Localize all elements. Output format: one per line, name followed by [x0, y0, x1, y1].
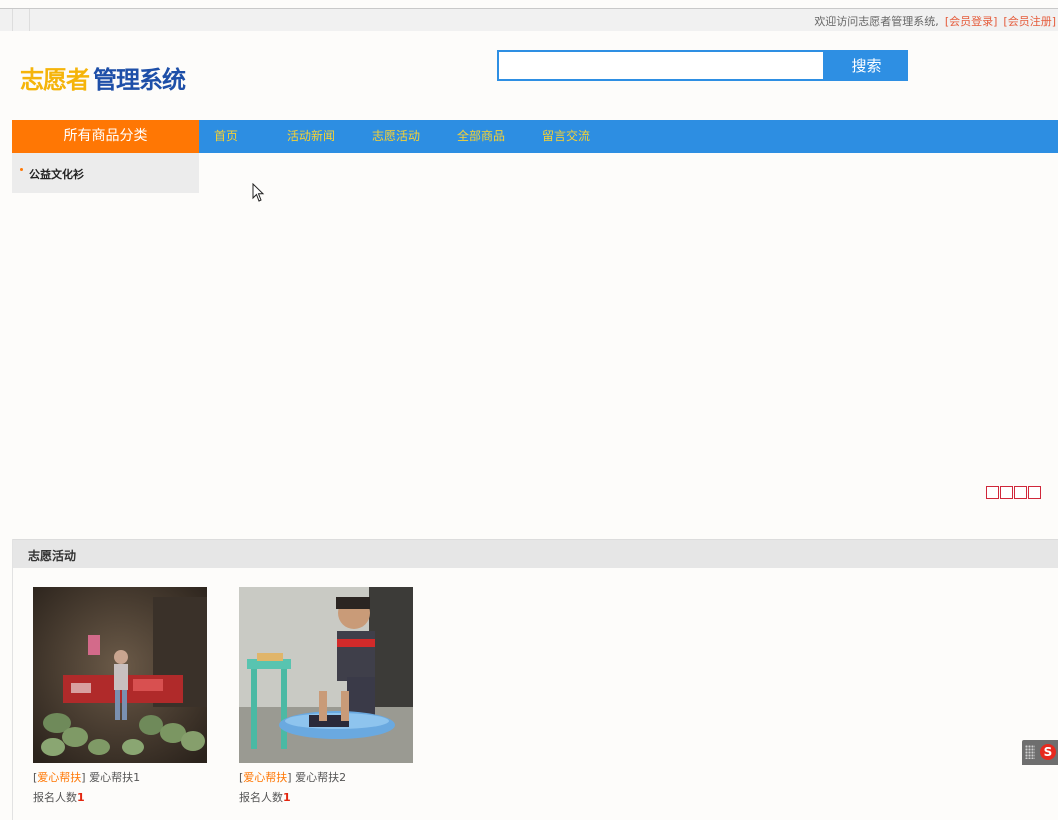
- grip-icon: [1025, 745, 1035, 759]
- slider-dot[interactable]: [986, 486, 999, 499]
- activity-title-link[interactable]: 爱心帮扶1: [89, 771, 140, 784]
- activity-title-link[interactable]: 爱心帮扶2: [295, 771, 346, 784]
- activity-card: [爱心帮扶] 爱心帮扶1 报名人数1: [33, 587, 213, 805]
- activity-caption: [爱心帮扶] 爱心帮扶2: [239, 771, 347, 784]
- mouse-cursor-icon: [252, 183, 265, 202]
- nav-volunteer-activities[interactable]: 志愿活动: [372, 120, 420, 153]
- signup-label: 报名人数: [33, 791, 77, 804]
- activity-photo[interactable]: [33, 587, 207, 763]
- logo-part-1: 志愿者: [20, 66, 90, 94]
- signup-count: 报名人数1: [33, 789, 213, 805]
- main-nav: 所有商品分类 首页 活动新闻 志愿活动 全部商品 留言交流: [12, 120, 1058, 153]
- site-logo[interactable]: 志愿者 管理系统: [20, 60, 186, 95]
- signup-label: 报名人数: [239, 791, 283, 804]
- section-title: 志愿活动: [28, 549, 77, 563]
- search-input[interactable]: [497, 50, 825, 81]
- search-button[interactable]: 搜索: [825, 50, 908, 81]
- member-register-link[interactable]: [会员注册]: [1003, 15, 1056, 28]
- sogou-ime-icon: S: [1040, 744, 1056, 760]
- activity-card: [爱心帮扶] 爱心帮扶2 报名人数1: [239, 587, 419, 805]
- slider-pager: [986, 486, 1042, 505]
- activity-photo[interactable]: [239, 587, 413, 763]
- nav-message-board[interactable]: 留言交流: [542, 120, 590, 153]
- slider-dot[interactable]: [1000, 486, 1013, 499]
- nav-all-products[interactable]: 全部商品: [457, 120, 505, 153]
- section-header: 志愿活动: [13, 539, 1058, 568]
- all-categories-header[interactable]: 所有商品分类: [12, 120, 199, 153]
- nav-home[interactable]: 首页: [214, 120, 238, 153]
- activity-caption: [爱心帮扶] 爱心帮扶1: [33, 771, 141, 784]
- ime-toolbar[interactable]: S: [1022, 740, 1058, 765]
- slider-dot[interactable]: [1028, 486, 1041, 499]
- top-bar: 欢迎访问志愿者管理系统, [会员登录] [会员注册]: [0, 8, 1058, 31]
- activity-tag-link[interactable]: 爱心帮扶: [243, 771, 287, 784]
- signup-number: 1: [77, 791, 85, 804]
- slider-dot[interactable]: [1014, 486, 1027, 499]
- member-login-link[interactable]: [会员登录]: [945, 15, 998, 28]
- welcome-text: 欢迎访问志愿者管理系统,: [814, 15, 939, 28]
- bullet-icon: [20, 168, 23, 171]
- activity-tag-link[interactable]: 爱心帮扶: [37, 771, 81, 784]
- nav-activity-news[interactable]: 活动新闻: [287, 120, 335, 153]
- logo-part-2: 管理系统: [93, 66, 186, 94]
- divider: [12, 9, 13, 31]
- signup-number: 1: [283, 791, 291, 804]
- category-item[interactable]: 公益文化衫: [29, 166, 84, 182]
- signup-count: 报名人数1: [239, 789, 419, 805]
- category-panel: 公益文化衫: [12, 153, 199, 193]
- divider: [29, 9, 30, 31]
- welcome-bar: 欢迎访问志愿者管理系统, [会员登录] [会员注册]: [814, 13, 1056, 29]
